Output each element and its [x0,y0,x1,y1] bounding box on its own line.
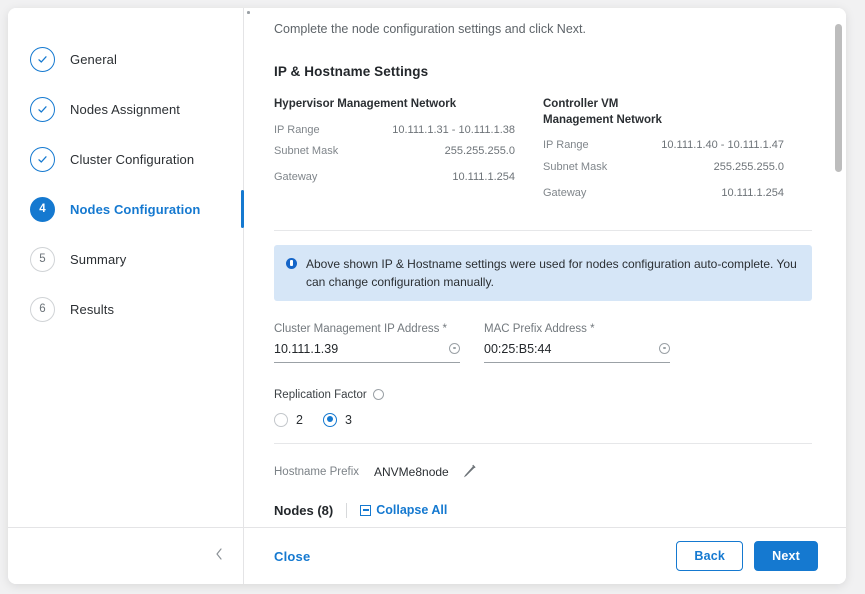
network-detail-key: Gateway [543,186,587,199]
replication-factor-radio-group: 2 3 [274,412,812,427]
network-detail-row: Gateway 10.111.1.254 [543,186,784,201]
footer-button-group: Back Next [676,541,818,571]
network-detail-key: Gateway [274,171,318,184]
network-detail-value: 255.255.255.0 [444,145,515,158]
close-button[interactable]: Close [274,549,310,564]
step-number-badge: 4 [30,196,55,222]
info-icon[interactable] [372,389,384,401]
chevron-left-icon[interactable] [213,547,225,566]
hostname-prefix-label: Hostname Prefix [274,466,360,479]
replication-factor-radio-3[interactable] [322,412,337,427]
network-detail-row: Gateway 10.111.1.254 [274,170,515,185]
network-detail-value: 10.111.1.40 - 10.111.1.47 [661,139,784,152]
network-column-title: Hypervisor Management Network [274,98,457,110]
sidebar-item-label: Results [70,301,115,317]
divider [346,502,348,518]
check-icon [30,46,55,72]
main-content-pane: Complete the node configuration settings… [244,8,846,527]
replication-factor-radio-2[interactable] [274,412,288,427]
hypervisor-management-network-column: Hypervisor Management Network IP Range 1… [274,97,543,208]
network-detail-key: Subnet Mask [274,145,339,158]
network-detail-row: Subnet Mask 255.255.255.0 [543,160,784,175]
check-icon [30,146,55,172]
modal-footer: Close Back Next [8,527,846,584]
replication-factor-option-2-label: 2 [296,412,303,427]
main-scrollbar-thumb[interactable] [835,24,842,172]
collapse-all-label: Collapse All [376,503,448,518]
mac-prefix-address-input[interactable]: 00:25:B5:44 [484,341,670,363]
main-scrollbar[interactable] [835,8,843,527]
sidebar-item-label: Nodes Assignment [70,101,180,117]
network-column-title: Controller VM Management Network [543,98,662,126]
page-title: IP & Hostname Settings [274,64,429,79]
network-detail-row: Subnet Mask 255.255.255.0 [274,144,515,159]
sidebar-item-nodes-configuration[interactable]: 4 Nodes Configuration [8,188,244,230]
network-detail-key: Subnet Mask [543,160,608,173]
sidebar-item-results[interactable]: 6 Results [8,288,243,330]
sidebar-item-cluster-configuration[interactable]: Cluster Configuration [8,138,243,180]
network-detail-key: IP Range [274,123,320,136]
section-divider [274,229,812,231]
field-value: 00:25:B5:44 [484,341,552,356]
mac-prefix-address-field: MAC Prefix Address * 00:25:B5:44 [484,323,670,363]
nodes-header: Nodes (8) Collapse All [274,502,812,518]
field-value: 10.111.1.39 [274,341,339,356]
field-label: MAC Prefix Address * [484,322,595,335]
modal-body: General Nodes Assignment Cluster Configu… [8,8,846,527]
collapse-all-button[interactable]: Collapse All [360,503,447,517]
field-label: Cluster Management IP Address * [274,322,448,335]
cluster-management-ip-input[interactable]: 10.111.1.39 [274,341,460,363]
info-banner-text: Above shown IP & Hostname settings were … [306,256,797,289]
footer-rail-area [8,528,244,584]
step-number-badge: 5 [30,246,55,272]
nodes-count-label: Nodes (8) [274,502,334,518]
footer-actions: Close Back Next [244,541,846,571]
network-detail-value: 10.111.1.254 [452,171,515,184]
network-detail-row: IP Range 10.111.1.40 - 10.111.1.47 [543,138,784,153]
info-icon[interactable] [659,342,670,354]
network-detail-value: 255.255.255.0 [713,160,784,173]
info-icon[interactable] [449,342,460,354]
replication-factor-label: Replication Factor [274,388,367,401]
sidebar-item-label: Cluster Configuration [70,151,195,167]
wizard-modal: General Nodes Assignment Cluster Configu… [8,8,846,584]
replication-factor-option-3-label: 3 [344,412,352,427]
sidebar-item-label: General [70,51,117,67]
collapse-icon [360,504,372,516]
info-icon [286,257,297,269]
controller-vm-management-network-column: Controller VM Management Network IP Rang… [543,97,812,208]
replication-factor-label-row: Replication Factor [274,389,812,401]
network-detail-value: 10.111.1.254 [721,186,784,199]
sidebar-item-general[interactable]: General [8,38,243,80]
network-detail-key: IP Range [543,139,589,152]
hostname-prefix-row: Hostname Prefix ANVMe8node [274,464,812,481]
info-banner: Above shown IP & Hostname settings were … [274,244,812,301]
network-detail-value: 10.111.1.31 - 10.111.1.38 [392,123,515,136]
next-button[interactable]: Next [754,541,818,571]
back-button[interactable]: Back [676,541,744,571]
app-root: General Nodes Assignment Cluster Configu… [0,0,865,594]
edit-pencil-icon[interactable] [463,464,477,481]
sidebar-item-label: Nodes Configuration [70,201,201,217]
ip-fields-row: Cluster Management IP Address * 10.111.1… [274,323,812,363]
step-number-badge: 6 [30,296,55,322]
network-detail-row: IP Range 10.111.1.31 - 10.111.1.38 [274,123,515,138]
check-icon [30,96,55,122]
wizard-step-rail: General Nodes Assignment Cluster Configu… [8,8,244,527]
hostname-prefix-value: ANVMe8node [374,465,449,480]
sidebar-item-nodes-assignment[interactable]: Nodes Assignment [8,88,243,130]
network-summary-columns: Hypervisor Management Network IP Range 1… [274,97,812,222]
sidebar-item-summary[interactable]: 5 Summary [8,238,243,280]
main-content-inner: Complete the node configuration settings… [244,8,846,527]
section-divider [274,442,812,444]
page-instruction: Complete the node configuration settings… [274,22,586,36]
sidebar-item-label: Summary [70,251,127,267]
cluster-management-ip-field: Cluster Management IP Address * 10.111.1… [274,323,460,363]
